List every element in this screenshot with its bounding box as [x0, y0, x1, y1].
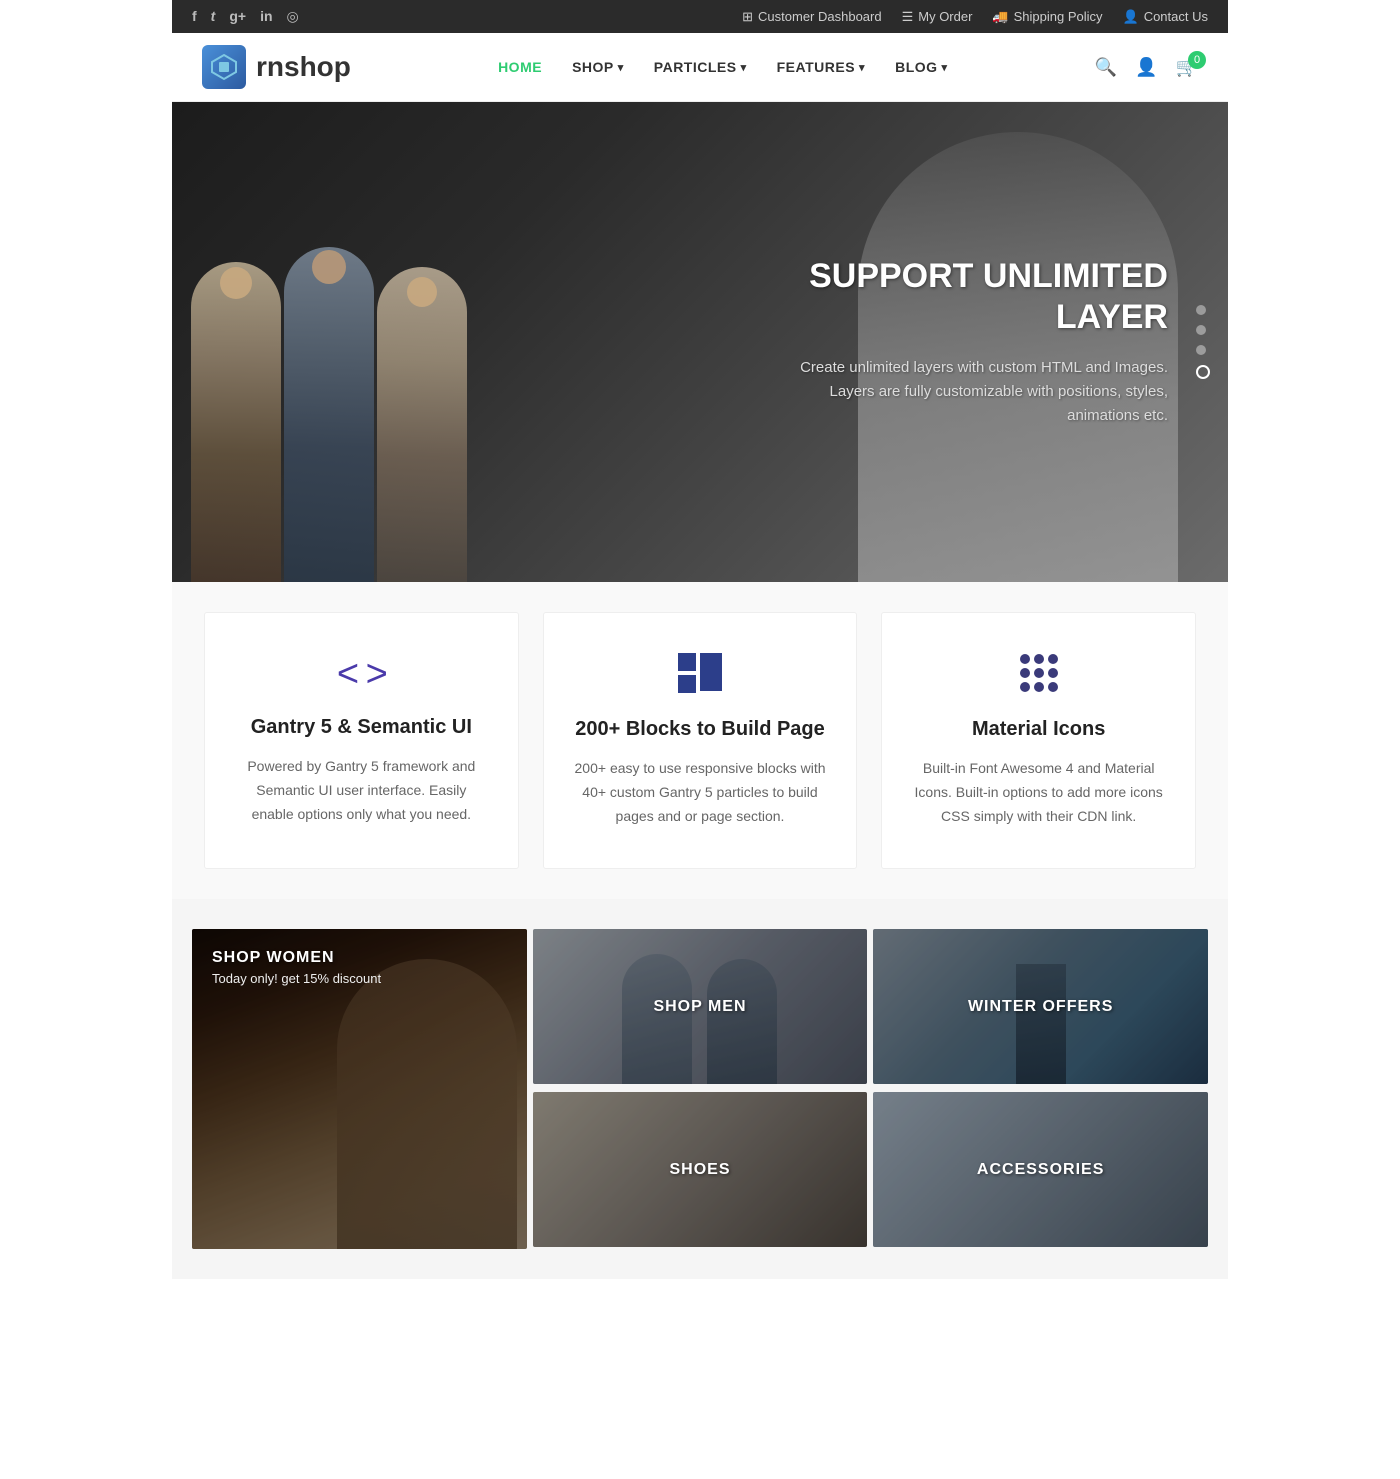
women-overlay: SHOP WOMEN Today only! get 15% discount: [192, 929, 527, 1249]
my-order-link[interactable]: ☰ My Order: [902, 9, 973, 25]
logo[interactable]: rnshop: [202, 45, 351, 89]
shop-shoes-card[interactable]: SHOES: [533, 1092, 868, 1247]
features-chevron-icon: ▾: [859, 61, 865, 74]
shoes-overlay: SHOES: [533, 1092, 868, 1247]
shipping-policy-link[interactable]: 🚚 Shipping Policy: [992, 9, 1102, 25]
shop-accessories-card[interactable]: ACCESSORIES: [873, 1092, 1208, 1247]
nav-links: HOME SHOP ▾ PARTICLES ▾ FEATURES ▾ BLOG …: [498, 59, 948, 75]
shop-men-title: SHOP MEN: [653, 998, 746, 1016]
instagram-icon[interactable]: ◎: [287, 8, 299, 25]
facebook-icon[interactable]: f: [192, 8, 197, 25]
logo-text: rnshop: [256, 51, 351, 83]
linkedin-icon[interactable]: in: [260, 8, 272, 25]
shop-winter-title: WINTER OFFERS: [968, 998, 1113, 1016]
user-icon[interactable]: 👤: [1135, 57, 1157, 78]
main-navigation: rnshop HOME SHOP ▾ PARTICLES ▾ FEATURES …: [172, 33, 1228, 102]
slide-dot-2[interactable]: [1196, 325, 1206, 335]
shop-women-card[interactable]: SHOP WOMEN Today only! get 15% discount: [192, 929, 527, 1249]
slide-dot-4[interactable]: [1196, 365, 1210, 379]
twitter-icon[interactable]: t: [211, 8, 216, 25]
cart-button[interactable]: 🛒 0: [1176, 57, 1198, 78]
shop-men-card[interactable]: SHOP MEN: [533, 929, 868, 1084]
hero-section: SUPPORT UNLIMITED LAYER Create unlimited…: [172, 102, 1228, 582]
winter-overlay: WINTER OFFERS: [873, 929, 1208, 1084]
material-dots-icon: [1019, 653, 1059, 693]
contact-icon: 👤: [1123, 9, 1139, 25]
code-icon: < >: [337, 653, 386, 695]
top-nav-links: ⊞ Customer Dashboard ☰ My Order 🚚 Shippi…: [742, 9, 1208, 25]
feature-title-3: Material Icons: [912, 718, 1165, 741]
nav-particles[interactable]: PARTICLES ▾: [654, 59, 747, 75]
social-links: f t g+ in ◎: [192, 8, 299, 25]
slide-dot-3[interactable]: [1196, 345, 1206, 355]
top-bar: f t g+ in ◎ ⊞ Customer Dashboard ☰ My Or…: [172, 0, 1228, 33]
grid-blocks-icon: [678, 653, 722, 693]
feature-card-gantry: < > Gantry 5 & Semantic UI Powered by Ga…: [204, 612, 519, 869]
shop-section: SHOP WOMEN Today only! get 15% discount …: [172, 899, 1228, 1279]
hero-description: Create unlimited layers with custom HTML…: [768, 356, 1168, 428]
nav-home[interactable]: HOME: [498, 59, 542, 75]
hero-title: SUPPORT UNLIMITED LAYER: [768, 256, 1168, 338]
feature-card-icons: Material Icons Built-in Font Awesome 4 a…: [881, 612, 1196, 869]
blog-chevron-icon: ▾: [942, 61, 948, 74]
shop-winter-card[interactable]: WINTER OFFERS: [873, 929, 1208, 1084]
features-section: < > Gantry 5 & Semantic UI Powered by Ga…: [172, 582, 1228, 899]
shop-chevron-icon: ▾: [618, 61, 624, 74]
nav-blog[interactable]: BLOG ▾: [895, 59, 947, 75]
shop-women-title: SHOP WOMEN: [212, 949, 507, 967]
dashboard-icon: ⊞: [742, 9, 753, 25]
slide-dot-1[interactable]: [1196, 305, 1206, 315]
feature-card-blocks: 200+ Blocks to Build Page 200+ easy to u…: [543, 612, 858, 869]
accessories-overlay: ACCESSORIES: [873, 1092, 1208, 1247]
google-plus-icon[interactable]: g+: [229, 8, 246, 25]
particles-chevron-icon: ▾: [741, 61, 747, 74]
men-overlay: SHOP MEN: [533, 929, 868, 1084]
cart-count: 0: [1188, 51, 1206, 69]
customer-dashboard-link[interactable]: ⊞ Customer Dashboard: [742, 9, 881, 25]
slider-dots: [1196, 305, 1210, 379]
nav-shop[interactable]: SHOP ▾: [572, 59, 624, 75]
nav-features[interactable]: FEATURES ▾: [777, 59, 865, 75]
search-icon[interactable]: 🔍: [1095, 57, 1117, 78]
shop-shoes-title: SHOES: [669, 1161, 730, 1179]
logo-icon: [202, 45, 246, 89]
feature-desc-2: 200+ easy to use responsive blocks with …: [574, 757, 827, 828]
nav-actions: 🔍 👤 🛒 0: [1095, 57, 1198, 78]
feature-desc-3: Built-in Font Awesome 4 and Material Ico…: [912, 757, 1165, 828]
hero-text-block: SUPPORT UNLIMITED LAYER Create unlimited…: [768, 256, 1228, 428]
contact-us-link[interactable]: 👤 Contact Us: [1123, 9, 1209, 25]
feature-title-2: 200+ Blocks to Build Page: [574, 718, 827, 741]
order-icon: ☰: [902, 9, 914, 25]
feature-desc-1: Powered by Gantry 5 framework and Semant…: [235, 755, 488, 826]
feature-title-1: Gantry 5 & Semantic UI: [235, 716, 488, 739]
shop-women-subtitle: Today only! get 15% discount: [212, 971, 507, 986]
shipping-icon: 🚚: [992, 9, 1008, 25]
shop-accessories-title: ACCESSORIES: [977, 1161, 1104, 1179]
